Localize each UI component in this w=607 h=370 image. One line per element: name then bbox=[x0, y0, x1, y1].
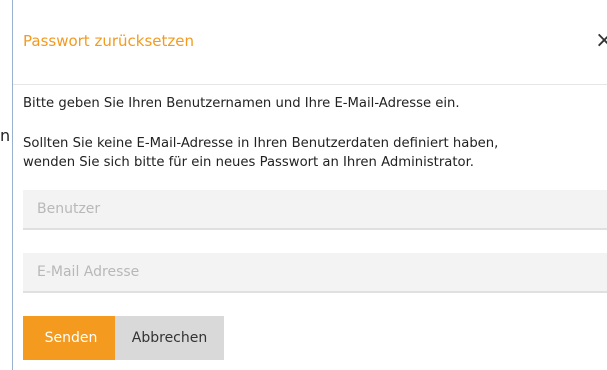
dialog-header: Passwort zurücksetzen × bbox=[13, 0, 607, 85]
cancel-button[interactable]: Abbrechen bbox=[115, 316, 224, 360]
admin-note-line-1: Sollten Sie keine E-Mail-Adresse in Ihre… bbox=[23, 136, 499, 151]
send-button[interactable]: Senden bbox=[23, 316, 119, 360]
background-text-fragment: n bbox=[0, 126, 11, 145]
reset-password-dialog: Passwort zurücksetzen × Bitte geben Sie … bbox=[12, 0, 607, 370]
instruction-text: Bitte geben Sie Ihren Benutzernamen und … bbox=[23, 96, 460, 111]
email-input[interactable] bbox=[23, 253, 607, 293]
close-icon[interactable]: × bbox=[595, 30, 607, 52]
username-input[interactable] bbox=[23, 190, 607, 230]
dialog-title: Passwort zurücksetzen bbox=[23, 32, 194, 50]
admin-note-line-2: wenden Sie sich bitte für ein neues Pass… bbox=[23, 155, 474, 170]
